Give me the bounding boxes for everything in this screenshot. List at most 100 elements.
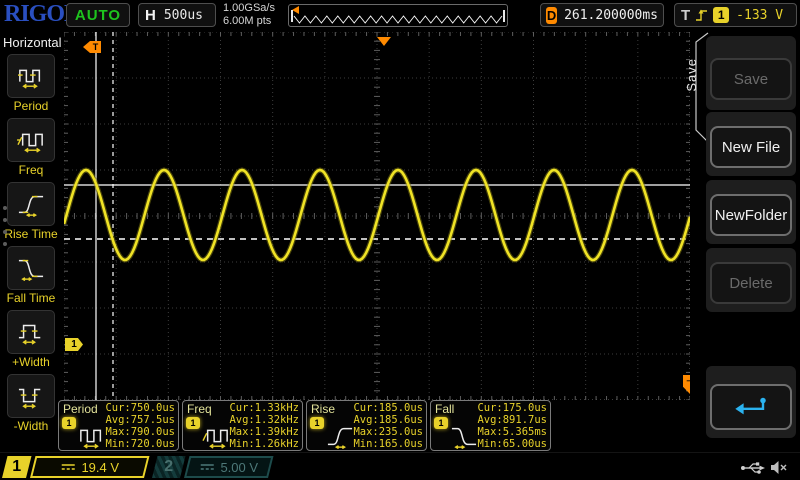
fall-time-icon [15,255,47,281]
measurement-source-badge: 1 [186,417,200,429]
measurement-row: Avg:1.32kHz [229,414,299,426]
trigger-label: T [681,7,690,24]
period-icon [77,423,107,449]
channel2-number: 2 [164,458,173,476]
measurement-row: Max:1.39kHz [229,426,299,438]
measurement-source-badge: 1 [434,417,448,429]
oscilloscope-screen: RIGOL AUTO H 500us 1.00GSa/s 6.00M pts D… [0,0,800,480]
measurement-box-period[interactable]: Period 1 Cur:750.0us Avg:757.5us Max:790… [58,400,179,451]
sidebar-item-label: Fall Time [0,291,62,305]
measurement-row: Cur:185.0us [353,402,423,414]
sidebar-item-fall-time[interactable]: Fall Time [0,246,62,308]
sample-rate: 1.00GSa/s [223,2,275,15]
measurement-name: Period [63,402,98,416]
new-folder-button[interactable]: NewFolder [710,194,792,236]
left-menu-title: Horizontal [3,35,62,50]
scroll-indicator [3,198,7,254]
preview-waveform [289,5,507,26]
left-measure-menu: Horizontal Period Freq [0,30,62,455]
trigger-position-clamped-icon[interactable]: T [83,41,101,53]
right-soft-menu: Save Save New File NewFolder Delete [690,30,800,455]
measurement-row: Min:720.0us [105,438,175,450]
measurement-row: Min:165.0us [353,438,423,450]
preview-right-bracket [503,10,505,22]
measurement-box-fall[interactable]: Fall 1 Cur:175.0us Avg:891.7us Max:5.365… [430,400,551,451]
trigger-slope-icon [695,7,708,23]
new-file-button[interactable]: New File [710,126,792,168]
channel1-badge[interactable]: 1 [2,456,31,478]
delete-button[interactable]: Delete [710,262,792,304]
sidebar-item-label: Period [0,99,62,113]
sidebar-item-label: +Width [0,355,62,369]
measurement-name: Freq [187,402,212,416]
waveform-display[interactable] [64,32,690,400]
channel1-scale-box[interactable]: 19.4 V [30,456,149,478]
channel2-scale: 5.00 V [220,460,258,475]
top-status-bar: RIGOL AUTO H 500us 1.00GSa/s 6.00M pts D… [0,0,800,30]
return-arrow-icon [729,395,773,419]
measurement-name: Rise [311,402,335,416]
channel2-scale-box[interactable]: 5.00 V [184,456,273,478]
speaker-muted-icon [770,460,787,475]
trigger-position-marker-icon[interactable] [377,37,391,46]
measurement-row: Min:65.00us [477,438,547,450]
menu-tab-title: Save [684,58,699,92]
delay-value: 261.200000ms [564,8,658,23]
measurement-box-freq[interactable]: Freq 1 Cur:1.33kHz Avg:1.32kHz Max:1.39k… [182,400,303,451]
dc-coupling-icon [199,463,214,471]
back-button[interactable] [710,384,792,430]
h-label: H [145,7,156,24]
measurement-row: Max:5.365ms [477,426,547,438]
sidebar-item-plus-width[interactable]: +Width [0,310,62,372]
acquisition-info: 1.00GSa/s 6.00M pts [223,2,275,28]
measurement-source-badge: 1 [310,417,324,429]
sidebar-item-label: -Width [0,419,62,433]
channel1-scale: 19.4 V [81,460,119,475]
usb-icon [740,461,766,475]
run-status-label: AUTO [75,7,121,24]
sidebar-item-label: Rise Time [0,227,62,241]
sidebar-item-rise-time[interactable]: Rise Time [0,182,62,244]
waveform-preview-strip[interactable] [288,4,508,27]
sidebar-item-period[interactable]: Period [0,54,62,116]
measurement-row: Max:235.0us [353,426,423,438]
fall-time-icon [449,423,479,449]
preview-position-icon [292,6,299,14]
preview-left-bracket [291,10,293,22]
sidebar-item-label: Freq [0,163,62,177]
save-button[interactable]: Save [710,58,792,100]
sidebar-item-minus-width[interactable]: -Width [0,374,62,436]
memory-depth: 6.00M pts [223,15,275,28]
plus-width-icon [15,319,47,345]
measurement-row: Cur:750.0us [105,402,175,414]
measurement-name: Fall [435,402,454,416]
measurement-box-rise[interactable]: Rise 1 Cur:185.0us Avg:185.6us Max:235.0… [306,400,427,451]
freq-icon [15,127,47,153]
delay-badge: D [546,7,557,24]
minus-width-icon [15,383,47,409]
run-status-badge[interactable]: AUTO [66,3,130,27]
sidebar-item-freq[interactable]: Freq [0,118,62,180]
freq-icon [201,423,231,449]
measurement-row: Min:1.26kHz [229,438,299,450]
measurement-row: Max:790.0us [105,426,175,438]
graticule [64,32,690,400]
trigger-level-value: -133 V [736,8,783,23]
horizontal-scale-box[interactable]: H 500us [138,3,216,27]
trigger-readout-box[interactable]: T 1 -133 V [674,3,797,27]
measurement-row: Avg:757.5us [105,414,175,426]
delay-readout-box[interactable]: D 261.200000ms [540,3,664,27]
period-icon [15,63,47,89]
measurement-row: Cur:175.0us [477,402,547,414]
timebase-value: 500us [164,8,203,23]
trigger-source-badge: 1 [713,7,729,23]
measurement-source-badge: 1 [62,417,76,429]
channel1-number: 1 [12,458,21,476]
measurement-row: Avg:891.7us [477,414,547,426]
dc-coupling-icon [60,463,75,471]
measurement-row: Cur:1.33kHz [229,402,299,414]
rise-time-icon [15,191,47,217]
rise-time-icon [325,423,355,449]
channel-status-bar: 1 19.4 V 2 [0,452,800,480]
channel2-badge[interactable]: 2 [152,456,185,478]
